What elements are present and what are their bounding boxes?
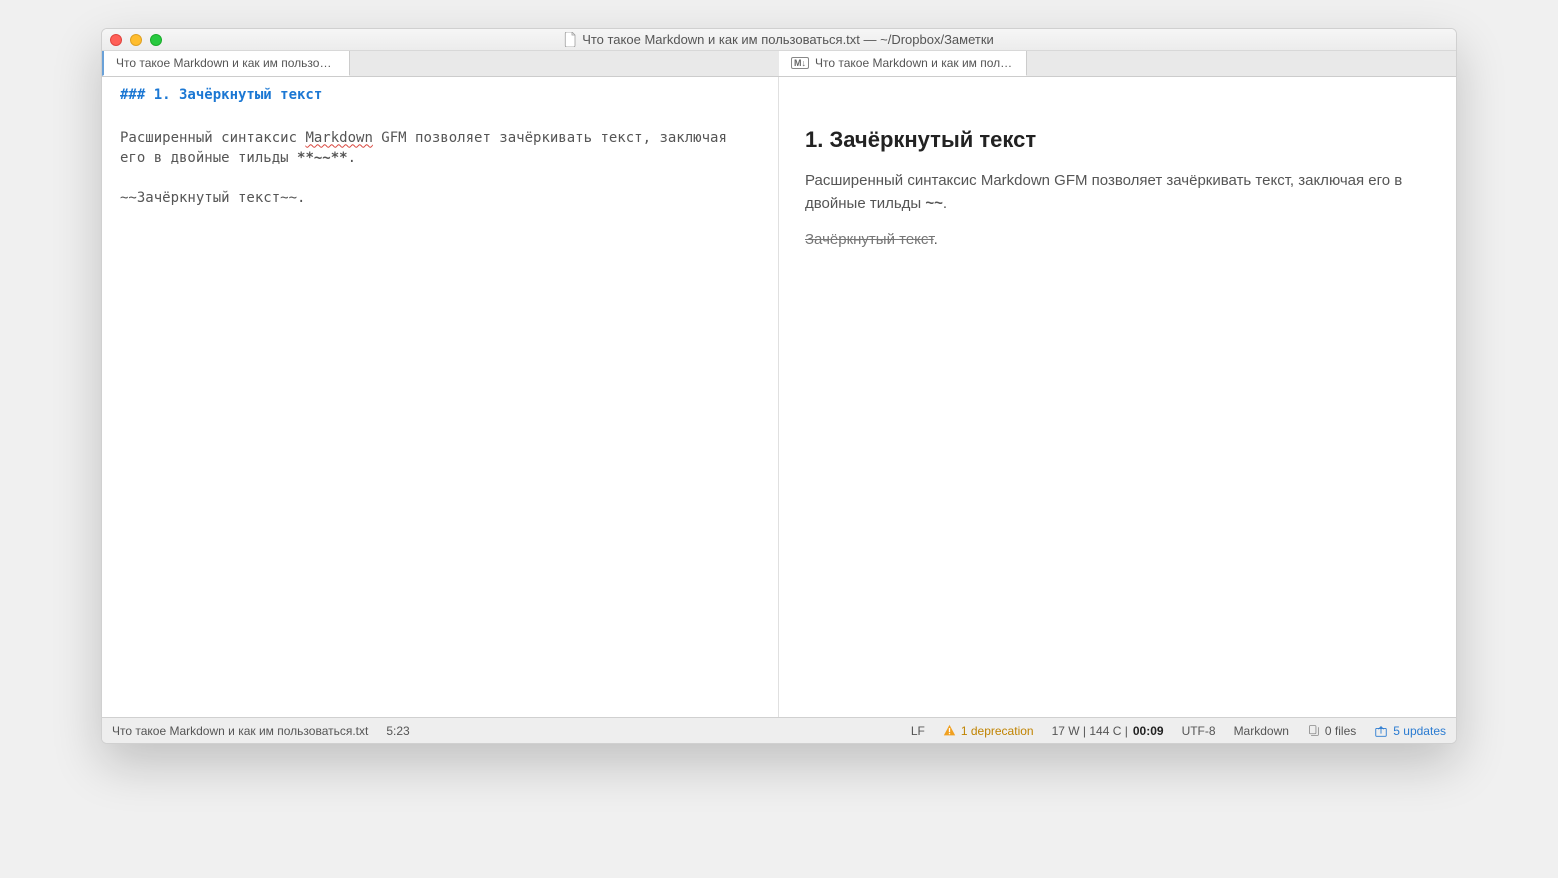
- status-cursor-position[interactable]: 5:23: [386, 724, 409, 738]
- app-window: Что такое Markdown и как им пользоваться…: [101, 28, 1457, 744]
- titlebar[interactable]: Что такое Markdown и как им пользоваться…: [102, 29, 1456, 51]
- editor-heading: ### 1. Зачёркнутый текст: [120, 85, 760, 105]
- editor-para1-end: .: [348, 150, 356, 166]
- editor-line2: ~~Зачёркнутый текст~~.: [120, 190, 305, 206]
- tab-source-label: Что такое Markdown и как им пользоват…: [116, 56, 337, 70]
- preview-strike-line: Зачёркнутый текст.: [805, 229, 1430, 252]
- tab-empty-area-left[interactable]: [350, 51, 779, 76]
- editor-spell-word: Markdown: [305, 130, 372, 146]
- window-close-button[interactable]: [110, 34, 122, 46]
- status-files-text: 0 files: [1325, 724, 1356, 738]
- preview-para1-part1: Расширенный синтаксис Markdown GFM позво…: [805, 172, 1402, 212]
- tabbar: Что такое Markdown и как им пользоват… M…: [102, 51, 1456, 77]
- window-maximize-button[interactable]: [150, 34, 162, 46]
- preview-para1-end: .: [943, 195, 947, 212]
- status-language-mode[interactable]: Markdown: [1234, 724, 1289, 738]
- editor-para1-part1: Расширенный синтаксис: [120, 130, 305, 146]
- tab-source[interactable]: Что такое Markdown и как им пользоват…: [102, 51, 350, 76]
- status-updates-text: 5 updates: [1393, 724, 1446, 738]
- preview-heading: 1. Зачёркнутый текст: [805, 123, 1430, 156]
- left-tab-region: Что такое Markdown и как им пользоват…: [102, 51, 779, 76]
- markdown-preview-icon: M↓: [791, 57, 809, 69]
- window-minimize-button[interactable]: [130, 34, 142, 46]
- status-updates[interactable]: 5 updates: [1374, 724, 1446, 738]
- status-deprecation[interactable]: 1 deprecation: [943, 724, 1034, 738]
- editor-tilde-marks: **~~**: [297, 150, 348, 166]
- preview-pane[interactable]: 1. Зачёркнутый текст Расширенный синтакс…: [779, 77, 1456, 717]
- split-panes: ### 1. Зачёркнутый текст Расширенный син…: [102, 77, 1456, 717]
- status-files[interactable]: 0 files: [1307, 724, 1356, 738]
- tab-preview[interactable]: M↓ Что такое Markdown и как им пользова: [779, 51, 1027, 76]
- updates-icon: [1374, 724, 1388, 738]
- status-stats-prefix: 17 W | 144 C |: [1052, 724, 1128, 738]
- preview-strike-tail: .: [934, 231, 938, 248]
- traffic-lights: [110, 34, 162, 46]
- preview-strikethrough: Зачёркнутый текст: [805, 231, 934, 248]
- status-line-ending[interactable]: LF: [911, 724, 925, 738]
- status-encoding[interactable]: UTF-8: [1182, 724, 1216, 738]
- status-deprecation-text: 1 deprecation: [961, 724, 1034, 738]
- files-icon: [1307, 724, 1320, 737]
- editor-pane[interactable]: ### 1. Зачёркнутый текст Расширенный син…: [102, 77, 779, 717]
- statusbar: Что такое Markdown и как им пользоваться…: [102, 717, 1456, 743]
- status-word-count[interactable]: 17 W | 144 C | 00:09: [1052, 724, 1164, 738]
- tab-empty-area-right[interactable]: [1027, 51, 1456, 76]
- status-filename[interactable]: Что такое Markdown и как им пользоваться…: [112, 724, 368, 738]
- preview-paragraph: Расширенный синтаксис Markdown GFM позво…: [805, 170, 1430, 215]
- status-stats-time: 00:09: [1133, 724, 1164, 738]
- tab-preview-label: Что такое Markdown и как им пользова: [815, 56, 1014, 70]
- window-title: Что такое Markdown и как им пользоваться…: [110, 32, 1448, 47]
- window-title-text: Что такое Markdown и как им пользоваться…: [582, 32, 994, 47]
- right-tab-region: M↓ Что такое Markdown и как им пользова: [779, 51, 1456, 76]
- warning-icon: [943, 724, 956, 737]
- document-icon: [564, 32, 577, 47]
- preview-tilde-bold: ~~: [925, 195, 943, 212]
